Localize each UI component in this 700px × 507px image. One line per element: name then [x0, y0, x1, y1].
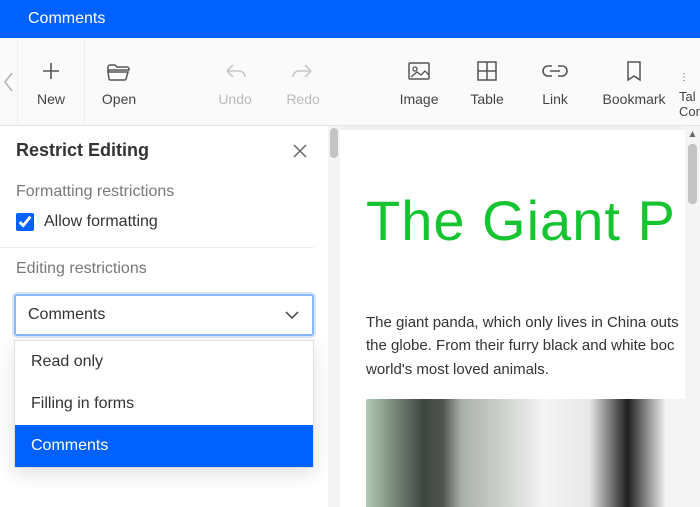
image-icon: [407, 57, 431, 85]
table-button[interactable]: Table: [453, 38, 521, 125]
image-label: Image: [400, 91, 439, 107]
document-scroll-thumb[interactable]: [688, 144, 697, 204]
option-comments[interactable]: Comments: [15, 425, 313, 467]
panel-title: Restrict Editing: [16, 140, 149, 161]
redo-icon: [291, 57, 315, 85]
link-button[interactable]: Link: [521, 38, 589, 125]
new-label: New: [37, 91, 65, 107]
restrict-editing-panel: Restrict Editing Formatting restrictions…: [0, 126, 328, 507]
bookmark-button[interactable]: Bookmark: [589, 38, 679, 125]
panel-scrollbar[interactable]: [328, 126, 340, 507]
formatting-restrictions-label: Formatting restrictions: [0, 171, 328, 209]
toolbar: New Open Undo Redo Image: [0, 38, 700, 126]
editing-restrictions-label: Editing restrictions: [0, 248, 328, 286]
doc-heading: The Giant P: [366, 188, 685, 253]
table-label: Table: [470, 91, 503, 107]
chevron-down-icon: [284, 310, 300, 320]
editing-restrictions-dropdown: Read only Filling in forms Comments: [14, 340, 314, 468]
plus-icon: [40, 57, 62, 85]
back-button[interactable]: [0, 38, 17, 125]
doc-image: [366, 399, 685, 507]
table-icon: [476, 57, 498, 85]
undo-label: Undo: [218, 91, 251, 107]
link-label: Link: [542, 91, 568, 107]
undo-icon: [223, 57, 247, 85]
titlebar: Comments: [0, 0, 700, 38]
main-body: Restrict Editing Formatting restrictions…: [0, 126, 700, 507]
option-filling-in-forms[interactable]: Filling in forms: [15, 383, 313, 425]
document-page[interactable]: The Giant P The giant panda, which only …: [340, 130, 685, 507]
scroll-up-icon[interactable]: ▲: [685, 126, 700, 142]
bookmark-label: Bookmark: [603, 91, 666, 107]
bookmark-icon: [625, 57, 643, 85]
overflow-label-2: Cor: [679, 104, 700, 119]
undo-button[interactable]: Undo: [201, 38, 269, 125]
allow-formatting-row[interactable]: Allow formatting: [0, 209, 314, 248]
editing-restrictions-select[interactable]: Comments: [14, 294, 314, 336]
new-button[interactable]: New: [17, 38, 85, 125]
close-icon[interactable]: [292, 143, 308, 159]
allow-formatting-label: Allow formatting: [44, 213, 158, 231]
document-area: The Giant P The giant panda, which only …: [340, 126, 700, 507]
image-button[interactable]: Image: [385, 38, 453, 125]
toolbar-overflow[interactable]: ⋮ Tal Cor: [679, 38, 700, 125]
allow-formatting-checkbox[interactable]: [16, 213, 34, 231]
link-icon: [542, 57, 568, 85]
select-value: Comments: [28, 306, 105, 324]
folder-open-icon: [106, 57, 132, 85]
document-scrollbar[interactable]: ▲: [685, 126, 700, 507]
redo-label: Redo: [286, 91, 319, 107]
option-read-only[interactable]: Read only: [15, 341, 313, 383]
redo-button[interactable]: Redo: [269, 38, 337, 125]
overflow-label-1: Tal: [679, 89, 696, 104]
open-label: Open: [102, 91, 136, 107]
open-button[interactable]: Open: [85, 38, 153, 125]
doc-paragraph: The giant panda, which only lives in Chi…: [366, 311, 685, 381]
panel-scroll-thumb[interactable]: [330, 128, 338, 158]
window-title: Comments: [28, 10, 105, 28]
